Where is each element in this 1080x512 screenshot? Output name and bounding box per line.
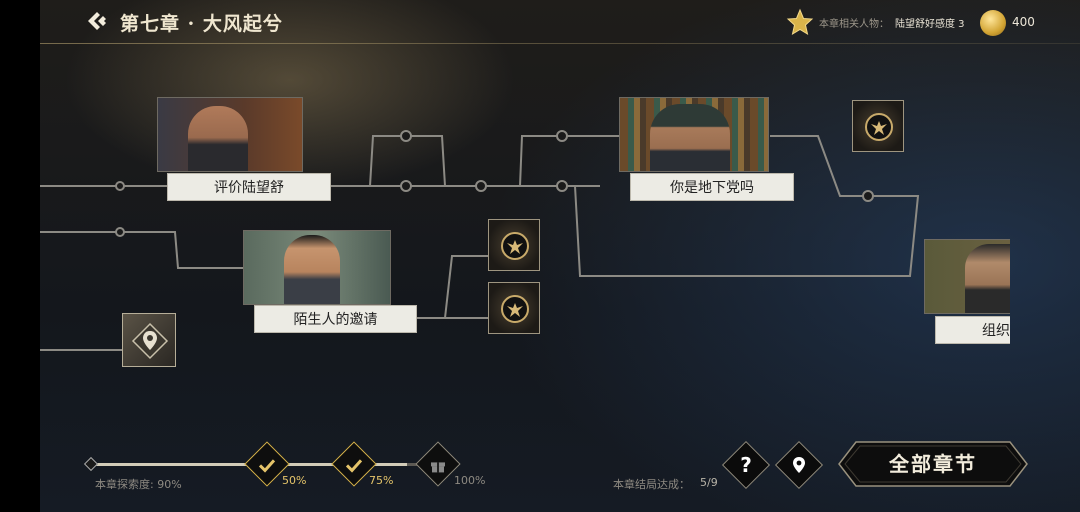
locked-node-badge[interactable] [488, 219, 540, 271]
check-icon [338, 449, 370, 481]
emblem-icon [501, 232, 529, 260]
node-thumbnail [924, 239, 1010, 314]
milestone-75-label: 75% [369, 474, 394, 487]
ending-count: 5/9 [700, 476, 718, 489]
milestone-100-label: 100% [454, 474, 486, 487]
node-label: 组织 [935, 316, 1010, 344]
question-icon: ? [740, 453, 752, 477]
milestone-50-label: 50% [282, 474, 307, 487]
story-path-lines [40, 130, 920, 351]
exploration-label: 本章探索度: 90% [95, 478, 182, 491]
locked-node-badge[interactable] [488, 282, 540, 334]
all-chapters-label: 全部章节 [889, 452, 977, 476]
path-junction-dot [400, 130, 412, 142]
path-junction-dot [115, 227, 125, 237]
path-junction-dot [115, 181, 125, 191]
node-thumbnail [157, 97, 303, 172]
ending-label: 本章结局达成： [613, 478, 690, 491]
emblem-icon [501, 295, 529, 323]
path-junction-dot [400, 180, 412, 192]
gift-icon [422, 449, 454, 481]
path-junction-dot [475, 180, 487, 192]
check-icon [251, 449, 283, 481]
path-junction-dot [862, 190, 874, 202]
node-label: 你是地下党吗 [630, 173, 794, 201]
locked-node-badge[interactable] [852, 100, 904, 152]
node-label: 评价陆望舒 [167, 173, 331, 201]
location-pin-icon [783, 449, 815, 481]
location-pin-icon [131, 322, 169, 360]
node-thumbnail [619, 97, 769, 172]
location-node[interactable] [122, 313, 176, 367]
emblem-icon [865, 113, 893, 141]
all-chapters-button[interactable]: 全部章节 [838, 441, 1028, 487]
story-map-screen: 第七章 · 大风起兮 本章相关人物： 陆望舒好感度 3 400 评价陆望舒 陌生… [0, 0, 1080, 512]
path-junction-dot [556, 130, 568, 142]
node-thumbnail [243, 230, 391, 305]
node-label: 陌生人的邀请 [254, 305, 417, 333]
path-junction-dot [556, 180, 568, 192]
